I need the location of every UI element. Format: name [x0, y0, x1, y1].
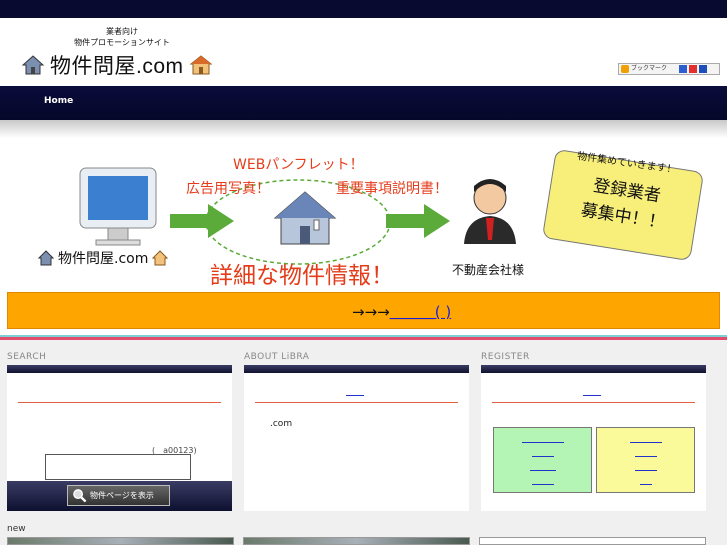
search-footer: 物件ページを表示: [7, 481, 232, 511]
banner-arrows: →→→: [352, 303, 390, 321]
panel-bar: [7, 365, 232, 373]
hero-important-doc: 重要事項説明書！: [336, 181, 448, 197]
share-icon[interactable]: [689, 65, 697, 73]
about-text: .com: [270, 419, 293, 429]
divider: [18, 402, 221, 403]
register-box-green: [493, 427, 592, 493]
property-thumbnail[interactable]: [243, 537, 470, 545]
arrow-right-icon: [386, 204, 450, 238]
panel-bar: [244, 365, 469, 373]
logo-text: 物件問屋.com: [50, 55, 184, 78]
nav-home-link[interactable]: Home: [44, 96, 73, 106]
search-button-label: 物件ページを表示: [90, 491, 154, 500]
top-bar: [0, 0, 727, 18]
search-input[interactable]: [45, 454, 191, 480]
house-icon: [22, 55, 44, 75]
house-icon: [273, 191, 337, 245]
hero-web-pamphlet: WEBパンフレット！: [233, 157, 364, 173]
computer-icon: [79, 167, 157, 246]
arrow-right-icon: [170, 204, 234, 238]
share-icon[interactable]: [679, 65, 687, 73]
content-columns: SEARCH ( a00123) 物件ページを表示 ABOUT LiBRA __…: [0, 340, 727, 545]
hero-banner: 登録業者 募集中！！ 物件集めていきます！ WEBパンフレット！ 広告用写真！ …: [0, 120, 727, 290]
register-link[interactable]: ______: [583, 389, 601, 396]
site-header: 業者向け 物件プロモーションサイト 物件問屋.com ブックマーク: [0, 18, 727, 86]
about-panel: ______ .com: [244, 365, 469, 511]
register-link-item[interactable]: [532, 456, 554, 457]
register-link-item[interactable]: [635, 456, 657, 457]
divider: [492, 402, 695, 403]
register-link-item[interactable]: [522, 442, 564, 443]
about-link[interactable]: ______: [346, 389, 364, 396]
house-color-icon: [189, 55, 212, 75]
register-link-item[interactable]: [532, 484, 554, 485]
bookmark-icon: [621, 65, 629, 73]
main-nav: Home: [0, 86, 727, 120]
new-section-label: new: [7, 524, 26, 534]
search-button[interactable]: 物件ページを表示: [67, 485, 170, 506]
site-logo[interactable]: 物件問屋.com: [22, 50, 212, 80]
register-box-yellow: [596, 427, 695, 493]
register-link-item[interactable]: [640, 484, 652, 485]
register-panel: ______: [481, 365, 706, 511]
search-panel: ( a00123) 物件ページを表示: [7, 365, 232, 511]
hero-ad-photo: 広告用写真！: [186, 181, 270, 197]
divider: [255, 402, 458, 403]
property-thumbnail[interactable]: [479, 537, 706, 545]
register-title: REGISTER: [481, 352, 530, 362]
banner-link[interactable]: ＿＿＿( ): [390, 303, 451, 321]
bookmark-widget[interactable]: ブックマーク: [618, 63, 720, 75]
bookmark-label: ブックマーク: [631, 65, 668, 72]
tagline: 業者向け 物件プロモーションサイト: [62, 26, 182, 48]
hero-logo-text: 物件問屋.com: [58, 251, 149, 267]
hero-logo: 物件問屋.com: [38, 248, 169, 268]
search-title: SEARCH: [7, 352, 47, 362]
property-thumbnail[interactable]: [7, 537, 234, 545]
magnifier-icon: [73, 489, 87, 503]
tagline-line2: 物件プロモーションサイト: [74, 38, 170, 47]
recruit-banner[interactable]: →→→＿＿＿( ): [7, 292, 720, 329]
businessman-icon: [464, 179, 516, 244]
share-icon[interactable]: [699, 65, 707, 73]
hero-detail-info: 詳細な物件情報！: [210, 263, 394, 289]
panel-bar: [481, 365, 706, 373]
register-link-item[interactable]: [530, 470, 556, 471]
about-title: ABOUT LiBRA: [244, 352, 310, 362]
tagline-line1: 業者向け: [106, 27, 138, 36]
register-link-item[interactable]: [635, 470, 657, 471]
house-icon: [38, 250, 54, 266]
hero-company: 不動産会社様: [452, 263, 525, 277]
banner-text: →→→＿＿＿( ): [352, 301, 451, 322]
register-link-item[interactable]: [630, 442, 662, 443]
house-color-icon: [152, 250, 169, 266]
